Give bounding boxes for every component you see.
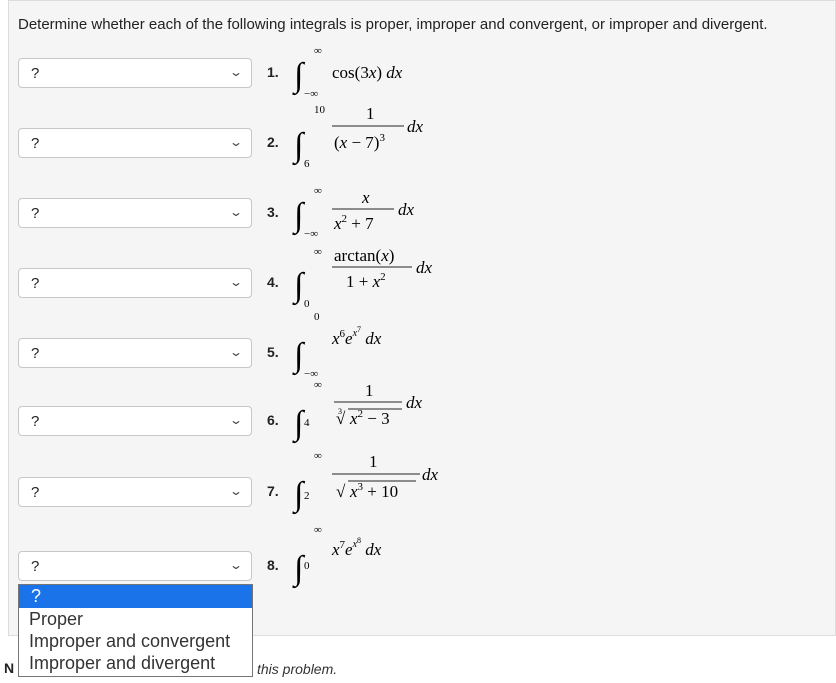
svg-text:x7ex8 dx: x7ex8 dx (331, 536, 382, 559)
svg-text:1: 1 (369, 452, 378, 471)
svg-text:1 + x2: 1 + x2 (346, 271, 386, 291)
svg-text:dx: dx (416, 258, 433, 277)
lower-limit: 2 (304, 490, 310, 502)
lower-limit: 0 (304, 560, 310, 572)
lower-limit: −∞ (304, 228, 318, 240)
svg-text:x: x (361, 188, 370, 207)
answer-select-6[interactable]: ? ⌄ (18, 406, 252, 436)
answer-select-1[interactable]: ? ⌄ (18, 58, 252, 88)
svg-text:x3 + 10: x3 + 10 (349, 481, 398, 501)
answer-select-value: ? (31, 135, 40, 152)
dropdown-option-placeholder[interactable]: ? (19, 585, 252, 608)
integral-expression-8: ∫ ∞ 0 x7ex8 dx (290, 524, 490, 593)
problem-row-6: ? ⌄ 6. ∫ ∞ 4 1 3 √ x2 − 3 dx (0, 379, 836, 446)
integral-expression-7: ∫ ∞ 2 1 √ x3 + 10 dx (290, 450, 490, 519)
problem-row-4: ? ⌄ 4. ∫ ∞ 0 arctan(x) 1 + x2 dx (0, 246, 836, 310)
svg-text:dx: dx (422, 465, 439, 484)
integral-expression-5: ∫ 0 −∞ x6ex7 dx (290, 311, 490, 380)
upper-limit: 10 (314, 104, 326, 116)
answer-select-value: ? (31, 558, 40, 575)
lower-limit: −∞ (304, 88, 318, 100)
footer-text: this problem. (257, 661, 338, 677)
dropdown-option-improper-convergent[interactable]: Improper and convergent (29, 630, 230, 652)
upper-limit: ∞ (314, 185, 322, 197)
svg-text:dx: dx (406, 393, 423, 412)
lower-limit: 4 (304, 417, 310, 429)
upper-limit: ∞ (314, 450, 322, 462)
problem-number: 1. (267, 64, 279, 80)
integral-expression-1: ∫ ∞ −∞ cos(3x) dx (290, 40, 490, 100)
answer-select-7[interactable]: ? ⌄ (18, 477, 252, 507)
problem-number: 8. (267, 557, 279, 573)
answer-select-3[interactable]: ? ⌄ (18, 198, 252, 228)
problem-number: 4. (267, 274, 279, 290)
problem-row-1: ? ⌄ 1. ∫ ∞ −∞ cos(3x) dx (0, 45, 836, 100)
svg-text:arctan(x): arctan(x) (334, 246, 394, 265)
svg-text:cos(3x) dx: cos(3x) dx (332, 63, 403, 82)
svg-text:(x − 7)3: (x − 7)3 (334, 132, 385, 152)
answer-select-4[interactable]: ? ⌄ (18, 268, 252, 298)
chevron-down-icon: ⌄ (228, 205, 244, 219)
answer-dropdown-list: ? Proper Improper and convergent Imprope… (18, 584, 253, 677)
problem-number: 2. (267, 134, 279, 150)
problem-number: 6. (267, 412, 279, 428)
answer-select-2[interactable]: ? ⌄ (18, 128, 252, 158)
upper-limit: ∞ (314, 524, 322, 536)
svg-text:√: √ (336, 482, 346, 501)
chevron-down-icon: ⌄ (228, 484, 244, 498)
answer-select-8[interactable]: ? ⌄ (18, 551, 252, 581)
chevron-down-icon: ⌄ (228, 413, 244, 427)
upper-limit: ∞ (314, 246, 322, 258)
integral-expression-4: ∫ ∞ 0 arctan(x) 1 + x2 dx (290, 246, 490, 310)
chevron-down-icon: ⌄ (228, 65, 244, 79)
svg-text:x6ex7 dx: x6ex7 dx (331, 325, 382, 348)
problem-row-3: ? ⌄ 3. ∫ ∞ −∞ x x2 + 7 dx (0, 185, 836, 240)
problem-row-5: ? ⌄ 5. ∫ 0 −∞ x6ex7 dx (0, 311, 836, 380)
chevron-down-icon: ⌄ (228, 135, 244, 149)
answer-select-value: ? (31, 275, 40, 292)
integral-expression-3: ∫ ∞ −∞ x x2 + 7 dx (290, 180, 490, 240)
svg-text:1: 1 (365, 381, 374, 400)
dropdown-option-proper[interactable]: Proper (29, 608, 83, 630)
problem-row-7: ? ⌄ 7. ∫ ∞ 2 1 √ x3 + 10 dx (0, 450, 836, 517)
upper-limit: 0 (314, 311, 320, 323)
answer-select-value: ? (31, 345, 40, 362)
svg-text:dx: dx (398, 200, 415, 219)
chevron-down-icon: ⌄ (228, 345, 244, 359)
dropdown-option-improper-divergent[interactable]: Improper and divergent (29, 652, 215, 674)
upper-limit: ∞ (314, 379, 322, 391)
svg-text:x2 + 7: x2 + 7 (333, 213, 374, 233)
integral-expression-2: ∫ 10 6 1 (x − 7)3 dx (290, 104, 490, 170)
upper-limit: ∞ (314, 45, 322, 57)
svg-text:√: √ (336, 409, 346, 428)
footer-label: N (4, 660, 15, 676)
chevron-down-icon: ⌄ (228, 558, 244, 572)
answer-select-value: ? (31, 65, 40, 82)
integral-expression-6: ∫ ∞ 4 1 3 √ x2 − 3 dx (290, 379, 490, 448)
svg-text:dx: dx (407, 117, 424, 136)
problem-number: 7. (267, 483, 279, 499)
answer-select-value: ? (31, 484, 40, 501)
svg-text:1: 1 (366, 104, 375, 123)
problem-row-2: ? ⌄ 2. ∫ 10 6 1 (x − 7)3 dx (0, 104, 836, 170)
chevron-down-icon: ⌄ (228, 275, 244, 289)
svg-text:x2 − 3: x2 − 3 (349, 408, 390, 428)
answer-select-value: ? (31, 413, 40, 430)
problem-number: 3. (267, 204, 279, 220)
dropdown-option-label: ? (31, 586, 42, 606)
instructions-text: Determine whether each of the following … (18, 16, 768, 33)
answer-select-5[interactable]: ? ⌄ (18, 338, 252, 368)
lower-limit: 0 (304, 298, 310, 310)
lower-limit: 6 (304, 158, 310, 170)
answer-select-value: ? (31, 205, 40, 222)
problem-number: 5. (267, 344, 279, 360)
